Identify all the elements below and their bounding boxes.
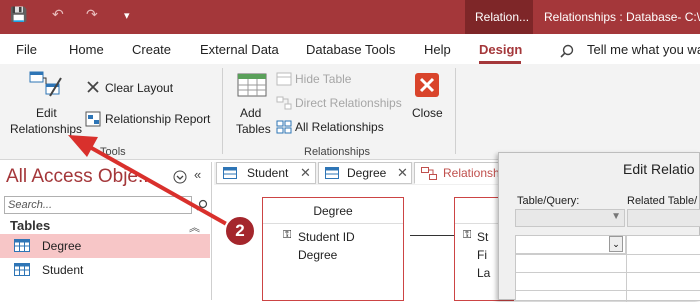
- related-table-select[interactable]: [627, 209, 700, 227]
- field-first-name[interactable]: Fi: [477, 248, 487, 262]
- nav-menu-chevron-icon[interactable]: [173, 170, 187, 184]
- nav-search-input[interactable]: Search...: [4, 196, 192, 214]
- grid-cell-selected[interactable]: ⌄: [516, 236, 626, 254]
- doc-tab-student[interactable]: Student ✕: [216, 162, 316, 184]
- tell-me-input[interactable]: Tell me what you wa: [587, 42, 700, 57]
- tab-file[interactable]: File: [16, 42, 37, 57]
- nav-item-degree[interactable]: Degree: [0, 234, 210, 258]
- direct-relationships-label: Direct Relationships: [295, 96, 402, 110]
- doc-tab-relationships[interactable]: Relationship: [414, 162, 500, 184]
- hide-table-icon: [276, 72, 292, 86]
- dialog-table-query-label: Table/Query:: [517, 195, 580, 207]
- nav-item-label: Degree: [42, 239, 82, 253]
- customize-qat-icon[interactable]: ▾: [124, 9, 130, 22]
- section-collapse-icon[interactable]: ︽: [189, 219, 200, 235]
- document-title: Relationships : Database- C:\U: [544, 10, 700, 24]
- table-icon: [14, 239, 30, 252]
- edit-relationships-dialog: Edit Relatio Table/Query: Related Table/…: [498, 152, 700, 302]
- close-icon: [415, 73, 439, 97]
- contextual-tab-relationship-tools[interactable]: Relation...: [465, 0, 533, 34]
- doc-tab-label: Student: [247, 166, 289, 180]
- chevron-down-icon: ▼: [611, 211, 621, 222]
- tab-help[interactable]: Help: [424, 42, 451, 57]
- dialog-related-table-label: Related Table/: [627, 195, 698, 207]
- nav-item-label: Student: [42, 263, 84, 277]
- nav-collapse-icon[interactable]: «: [194, 167, 201, 182]
- add-tables-label-1: Add: [240, 106, 262, 120]
- doc-tab-degree[interactable]: Degree ✕: [318, 162, 412, 184]
- tab-external-data[interactable]: External Data: [200, 42, 279, 57]
- add-tables-icon: [237, 73, 267, 97]
- close-label: Close: [412, 106, 443, 120]
- table-icon: [325, 167, 339, 179]
- step-badge: 2: [224, 215, 256, 247]
- field-student-id[interactable]: St: [477, 230, 488, 244]
- tools-group-label: Tools: [100, 146, 126, 158]
- tab-create[interactable]: Create: [132, 42, 171, 57]
- close-x-icon: [87, 81, 99, 93]
- search-icon[interactable]: [196, 199, 208, 211]
- nav-item-student[interactable]: Student: [0, 258, 210, 282]
- ribbon-tabs: File Home Create External Data Database …: [0, 34, 700, 64]
- table-card-degree[interactable]: Degree ⚿ Student ID Degree: [262, 197, 404, 301]
- all-relationships-label: All Relationships: [295, 120, 384, 134]
- relationships-icon: [421, 167, 437, 180]
- relationship-line[interactable]: [410, 235, 454, 236]
- relationship-report-label: Relationship Report: [105, 112, 211, 126]
- field-mapping-grid[interactable]: ⌄: [515, 235, 700, 302]
- primary-key-icon: ⚿: [463, 229, 472, 241]
- tab-home[interactable]: Home: [69, 42, 104, 57]
- edit-relationships-label-1: Edit: [36, 106, 57, 120]
- chevron-down-icon[interactable]: ⌄: [609, 236, 623, 252]
- group-separator: [455, 68, 456, 154]
- field-student-id[interactable]: Student ID: [298, 230, 355, 244]
- edit-relationships-icon: [29, 71, 62, 97]
- nav-pane-title[interactable]: All Access Obje...: [6, 166, 154, 188]
- relationships-group-label: Relationships: [304, 146, 371, 158]
- dialog-title: Edit Relatio: [623, 161, 695, 177]
- add-tables-label-2: Tables: [236, 122, 271, 136]
- clear-layout-label: Clear Layout: [105, 81, 174, 95]
- table-card-title: Degree: [263, 198, 403, 224]
- table-icon: [14, 263, 30, 276]
- close-tab-icon[interactable]: ✕: [397, 163, 408, 183]
- doc-tab-label: Relationship: [443, 166, 500, 180]
- table-icon: [223, 167, 237, 179]
- undo-icon[interactable]: ↶: [52, 6, 64, 23]
- field-degree[interactable]: Degree: [298, 248, 337, 262]
- search-icon[interactable]: [560, 44, 574, 58]
- tab-design[interactable]: Design: [479, 42, 522, 57]
- edit-relationships-label-2: Relationships: [10, 122, 83, 136]
- navigation-pane: All Access Obje... « Search... Tables ︽ …: [0, 162, 212, 300]
- redo-icon[interactable]: ↷: [86, 6, 98, 23]
- hide-table-label: Hide Table: [295, 72, 352, 86]
- ribbon-design: Edit Relationships Clear Layout Relation…: [0, 64, 700, 160]
- direct-relationships-icon: [276, 96, 292, 110]
- report-icon: [85, 111, 101, 127]
- tab-database-tools[interactable]: Database Tools: [306, 42, 395, 57]
- table-query-select[interactable]: ▼: [515, 209, 625, 227]
- group-separator: [222, 68, 223, 154]
- close-tab-icon[interactable]: ✕: [300, 163, 311, 183]
- doc-tab-label: Degree: [347, 166, 387, 180]
- save-icon[interactable]: 💾: [10, 6, 27, 23]
- primary-key-icon: ⚿: [283, 229, 292, 241]
- all-relationships-icon: [276, 120, 292, 134]
- nav-section-tables[interactable]: Tables: [10, 218, 50, 233]
- title-bar: 💾 ↶ ↷ ▾ Relation... Relationships : Data…: [0, 0, 700, 34]
- field-last-name[interactable]: La: [477, 266, 490, 280]
